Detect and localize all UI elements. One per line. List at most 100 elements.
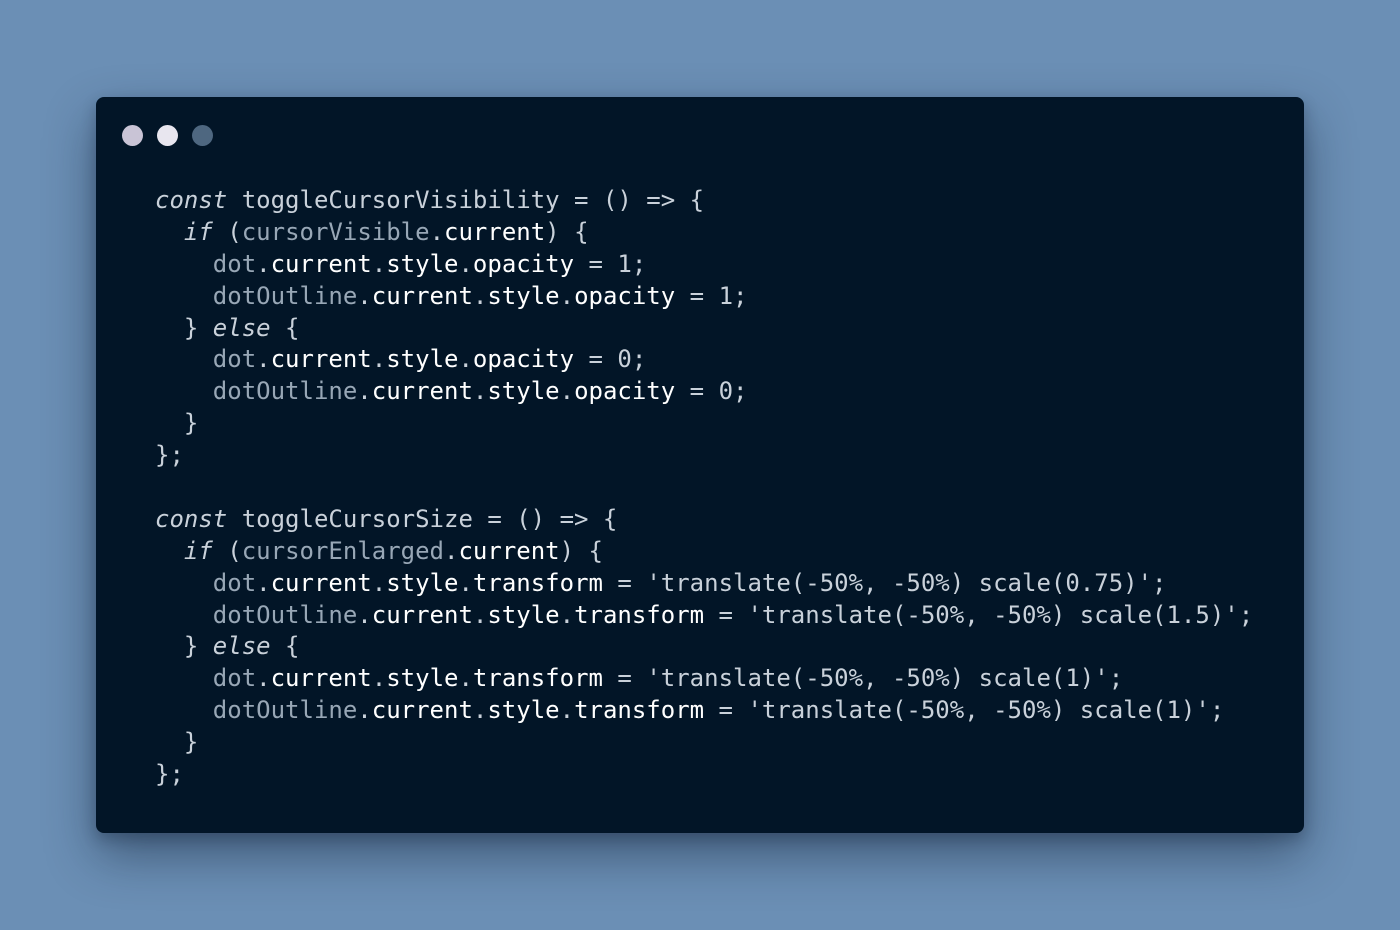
- code-token: ) {: [545, 217, 589, 246]
- code-token: = 1;: [675, 281, 748, 310]
- code-token: dotOutline: [212, 281, 358, 310]
- code-token: {: [270, 313, 300, 342]
- code-token: cursorVisible: [241, 217, 430, 246]
- code-token: = 0;: [675, 377, 748, 406]
- code-token: .: [458, 568, 473, 597]
- code-token: = 'translate(-50%, -50%) scale(1)';: [704, 696, 1225, 725]
- code-block: const toggleCursorVisibility = () => { i…: [155, 185, 1253, 791]
- code-token: if: [183, 217, 213, 246]
- code-token: transform: [472, 664, 603, 693]
- code-token: .: [458, 345, 473, 374]
- code-token: opacity: [574, 281, 676, 310]
- code-token: = 1;: [574, 249, 647, 278]
- code-token: opacity: [472, 249, 575, 278]
- code-token: dot: [212, 664, 257, 693]
- code-token: = 'translate(-50%, -50%) scale(0.75)';: [602, 568, 1167, 597]
- maximize-button[interactable]: [192, 125, 213, 146]
- code-token: .: [559, 377, 575, 406]
- code-token: .: [256, 664, 271, 693]
- code-line: } else {: [155, 313, 1253, 345]
- code-line: };: [155, 759, 1253, 791]
- close-button[interactable]: [122, 125, 143, 146]
- code-token: }: [155, 728, 199, 757]
- code-token: .: [559, 600, 575, 629]
- code-token: if: [183, 536, 213, 565]
- code-token: .: [256, 345, 271, 374]
- code-token: .: [371, 345, 387, 374]
- code-token: current: [371, 281, 473, 310]
- code-token: toggleCursorVisibility = () => {: [227, 186, 705, 214]
- code-token: style: [386, 345, 459, 374]
- code-token: }: [155, 632, 213, 661]
- code-line: if (cursorEnlarged.current) {: [155, 536, 1253, 568]
- code-token: opacity: [574, 377, 676, 406]
- code-token: const: [155, 504, 228, 533]
- code-line: dotOutline.current.style.transform = 'tr…: [155, 695, 1253, 727]
- code-line: const toggleCursorVisibility = () => {: [155, 185, 1253, 217]
- code-token: style: [487, 281, 560, 310]
- code-token: style: [487, 600, 560, 629]
- code-token: .: [444, 536, 459, 565]
- code-line: dotOutline.current.style.transform = 'tr…: [155, 600, 1253, 632]
- code-token: dot: [212, 568, 257, 597]
- code-token: current: [270, 568, 372, 597]
- window-controls: [122, 125, 213, 146]
- code-token: current: [371, 696, 473, 725]
- code-window: const toggleCursorVisibility = () => { i…: [96, 97, 1304, 833]
- code-token: dot: [212, 345, 257, 374]
- code-token: .: [371, 249, 387, 278]
- code-token: toggleCursorSize = () => {: [227, 504, 618, 533]
- code-token: (: [212, 217, 242, 246]
- code-line: };: [155, 440, 1253, 472]
- code-token: {: [270, 632, 300, 661]
- code-token: style: [487, 696, 560, 725]
- code-line: } else {: [155, 631, 1253, 663]
- code-line: dot.current.style.transform = 'translate…: [155, 663, 1253, 695]
- code-token: .: [357, 281, 372, 310]
- code-token: current: [458, 536, 560, 565]
- code-token: .: [458, 249, 473, 278]
- code-line: dotOutline.current.style.opacity = 1;: [155, 281, 1253, 313]
- code-token: else: [212, 313, 271, 342]
- code-token: = 'translate(-50%, -50%) scale(1)';: [602, 664, 1124, 693]
- code-token: = 0;: [574, 345, 647, 374]
- code-token: else: [212, 632, 271, 661]
- code-line: dot.current.style.transform = 'translate…: [155, 568, 1253, 600]
- code-token: style: [386, 664, 459, 693]
- code-token: ) {: [559, 536, 603, 565]
- code-token: .: [256, 568, 271, 597]
- code-token: cursorEnlarged: [241, 536, 445, 565]
- code-token: dotOutline: [212, 600, 358, 629]
- code-token: .: [357, 377, 372, 406]
- code-token: .: [472, 377, 488, 406]
- code-token: opacity: [472, 345, 575, 374]
- code-token: style: [386, 249, 459, 278]
- minimize-button[interactable]: [157, 125, 178, 146]
- code-token: .: [371, 568, 387, 597]
- code-token: dot: [212, 249, 257, 278]
- code-token: .: [559, 281, 575, 310]
- code-token: current: [371, 600, 473, 629]
- code-token: .: [357, 600, 372, 629]
- code-line: dot.current.style.opacity = 1;: [155, 249, 1253, 281]
- code-token: current: [270, 249, 372, 278]
- code-token: .: [472, 281, 488, 310]
- code-token: }: [155, 409, 199, 438]
- code-token: .: [357, 696, 372, 725]
- code-token: .: [458, 664, 473, 693]
- code-token: }: [155, 313, 213, 342]
- code-token: };: [155, 760, 184, 789]
- code-token: .: [472, 696, 488, 725]
- code-token: const: [155, 186, 228, 214]
- code-token: current: [270, 664, 372, 693]
- code-token: .: [472, 600, 488, 629]
